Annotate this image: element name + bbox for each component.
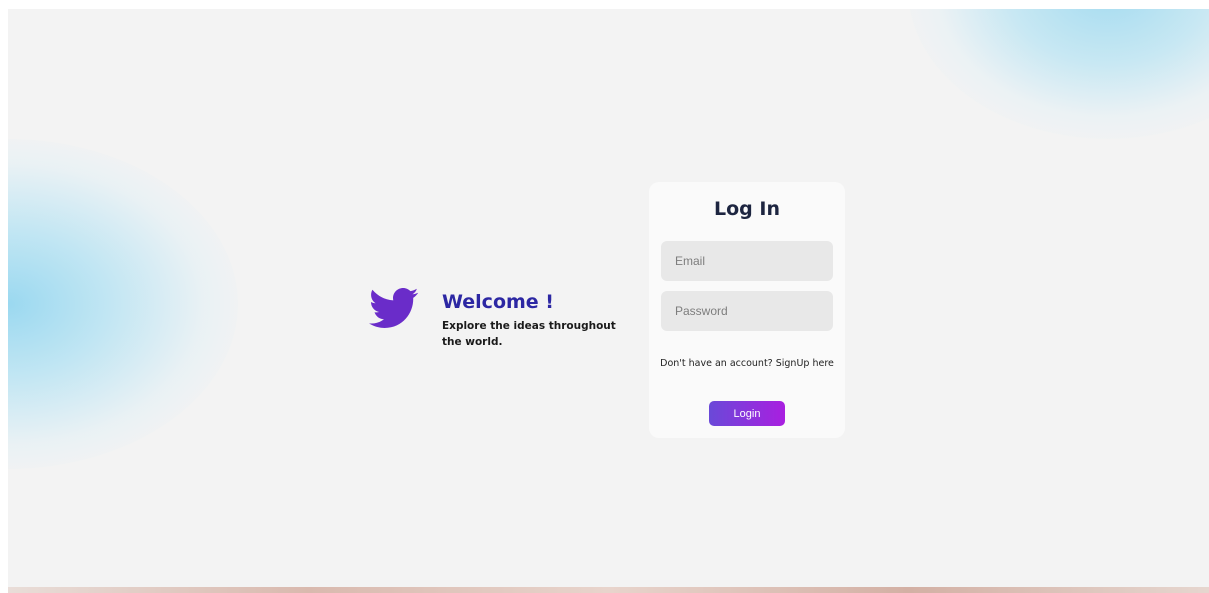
bottom-edge-strip — [8, 587, 1209, 593]
login-title: Log In — [714, 198, 780, 220]
page-viewport: Welcome ! Explore the ideas throughout t… — [8, 9, 1209, 587]
signup-prompt: Don't have an account? — [660, 358, 776, 369]
decorative-blob-left — [8, 139, 238, 469]
twitter-bird-icon — [369, 287, 419, 328]
signup-link[interactable]: SignUp here — [776, 358, 834, 369]
password-input[interactable] — [661, 291, 833, 331]
login-card: Log In Don't have an account? SignUp her… — [649, 182, 845, 438]
email-input[interactable] — [661, 241, 833, 281]
welcome-tagline: Explore the ideas throughout the world. — [442, 320, 616, 348]
brand-section: Welcome ! Explore the ideas throughout t… — [363, 277, 616, 357]
login-button[interactable]: Login — [709, 401, 785, 426]
welcome-title: Welcome ! — [442, 291, 554, 313]
decorative-blob-right — [908, 9, 1209, 139]
signup-row: Don't have an account? SignUp here — [649, 358, 845, 369]
